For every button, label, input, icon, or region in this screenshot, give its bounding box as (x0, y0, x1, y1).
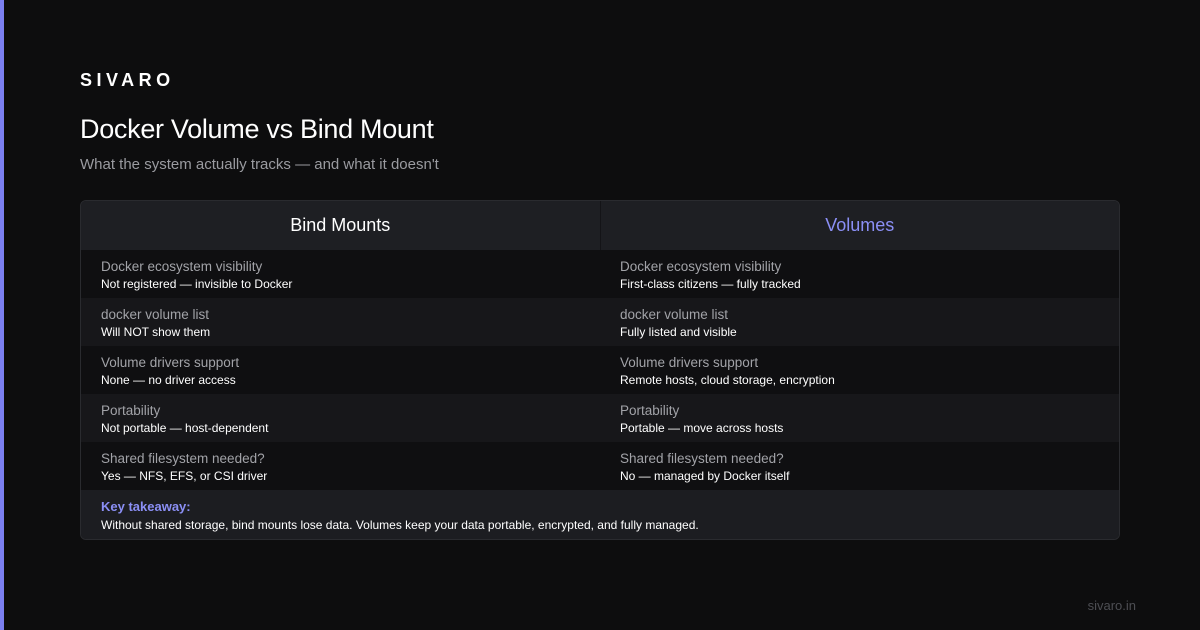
table-cell: Portability Not portable — host-dependen… (81, 394, 600, 442)
table-row: Shared filesystem needed? Yes — NFS, EFS… (81, 442, 1119, 490)
table-cell: Volume drivers support Remote hosts, clo… (600, 346, 1119, 394)
table-cell: Volume drivers support None — no driver … (81, 346, 600, 394)
cell-label: Docker ecosystem visibility (620, 259, 782, 274)
key-takeaway: Key takeaway: Without shared storage, bi… (81, 490, 1119, 539)
table-cell: Docker ecosystem visibility Not register… (81, 250, 600, 298)
table-cell: Shared filesystem needed? No — managed b… (600, 442, 1119, 490)
footer-url: sivaro.in (1087, 598, 1136, 613)
column-header-bind-mounts: Bind Mounts (81, 201, 601, 250)
cell-value: Not registered — invisible to Docker (101, 277, 293, 291)
table-row: Docker ecosystem visibility Not register… (81, 250, 1119, 298)
cell-value: None — no driver access (101, 373, 236, 387)
cell-label: docker volume list (620, 307, 729, 322)
cell-label: Shared filesystem needed? (101, 451, 265, 466)
table-cell: docker volume list Fully listed and visi… (600, 298, 1119, 346)
cell-value: Remote hosts, cloud storage, encryption (620, 373, 835, 387)
page-subtitle: What the system actually tracks — and wh… (80, 156, 439, 173)
cell-label: Shared filesystem needed? (620, 451, 784, 466)
cell-value: Portable — move across hosts (620, 421, 784, 435)
table-cell: Portability Portable — move across hosts (600, 394, 1119, 442)
cell-value: Not portable — host-dependent (101, 421, 269, 435)
table-cell: Shared filesystem needed? Yes — NFS, EFS… (81, 442, 600, 490)
page-title: Docker Volume vs Bind Mount (80, 114, 434, 144)
cell-value: Fully listed and visible (620, 325, 737, 339)
cell-value: No — managed by Docker itself (620, 469, 790, 483)
table-header: Bind Mounts Volumes (81, 201, 1119, 250)
cell-label: Volume drivers support (620, 355, 759, 370)
table-row: Portability Not portable — host-dependen… (81, 394, 1119, 442)
takeaway-label: Key takeaway: (101, 499, 191, 514)
table-cell: Docker ecosystem visibility First-class … (600, 250, 1119, 298)
comparison-table: Bind Mounts Volumes Docker ecosystem vis… (80, 200, 1120, 540)
accent-bar (0, 0, 4, 630)
cell-label: Volume drivers support (101, 355, 240, 370)
cell-value: Will NOT show them (101, 325, 211, 339)
brand-logo: SIVARO (80, 70, 175, 90)
cell-label: docker volume list (101, 307, 210, 322)
cell-value: First-class citizens — fully tracked (620, 277, 801, 291)
column-header-volumes: Volumes (825, 215, 895, 235)
table-row: Volume drivers support None — no driver … (81, 346, 1119, 394)
cell-value: Yes — NFS, EFS, or CSI driver (101, 469, 268, 483)
cell-label: Portability (620, 403, 680, 418)
table-cell: docker volume list Will NOT show them (81, 298, 600, 346)
cell-label: Portability (101, 403, 161, 418)
cell-label: Docker ecosystem visibility (101, 259, 263, 274)
table-row: docker volume list Will NOT show them do… (81, 298, 1119, 346)
takeaway-text: Without shared storage, bind mounts lose… (101, 518, 699, 532)
